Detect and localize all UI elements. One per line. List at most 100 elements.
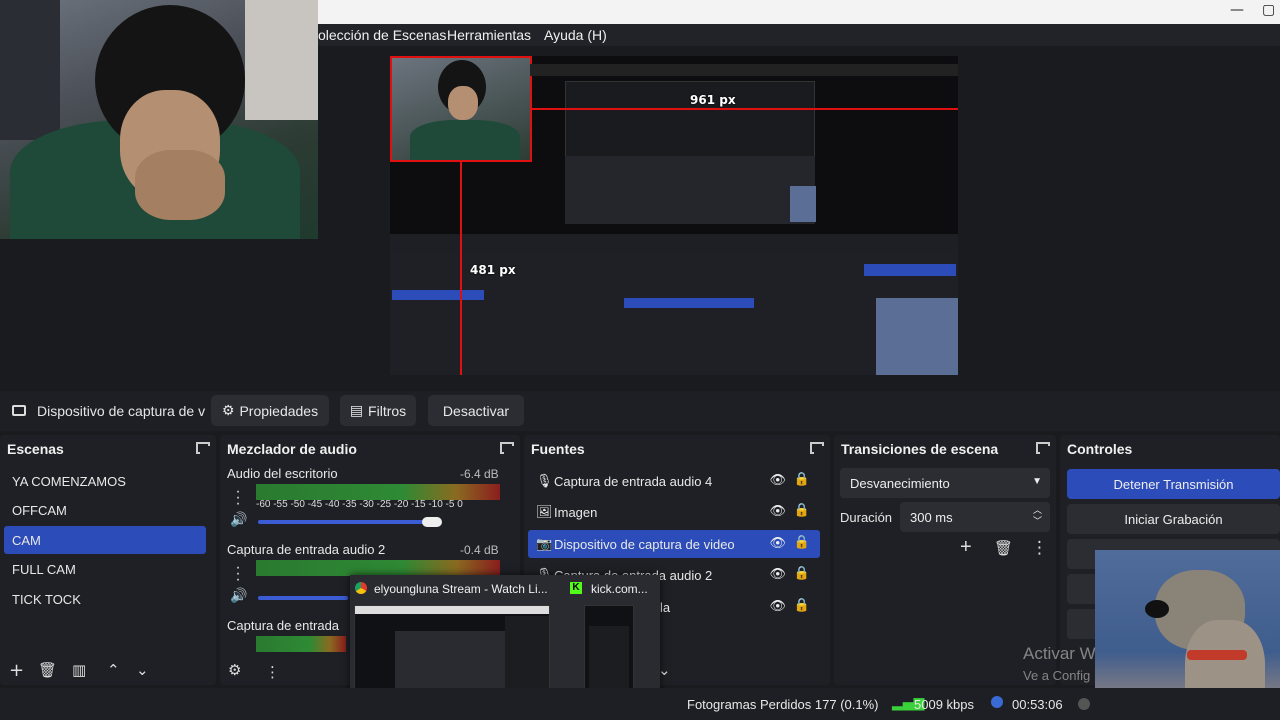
source-label: Captura de entrada audio 4 (554, 474, 713, 489)
menu-tools[interactable]: Herramientas (447, 27, 531, 43)
lock-icon[interactable]: 🔒 (794, 535, 810, 550)
filters-button[interactable]: ▤ Filtros (340, 395, 416, 426)
stepper-icon[interactable]: ︿ ﹀ (1033, 505, 1042, 527)
stop-stream-button[interactable]: Detener Transmisión (1067, 469, 1280, 499)
filter-icon: ▤ (349, 402, 364, 419)
mixer-track-name: Captura de entrada audio 2 (227, 542, 386, 557)
sources-title: Fuentes (531, 441, 585, 457)
add-icon[interactable]: + (9, 660, 24, 681)
nested-dog-panel (876, 298, 958, 375)
source-item[interactable]: 🖼 Imagen 👁 🔒 (528, 498, 820, 526)
speaker-icon[interactable]: 🔊 (230, 512, 247, 528)
camera-icon: 📷 (536, 536, 553, 551)
more-options-icon[interactable]: · · · (234, 560, 242, 588)
audio-meter (256, 484, 500, 500)
volume-slider[interactable] (258, 596, 348, 600)
menu-help[interactable]: Ayuda (H) (544, 27, 607, 43)
meter-scale: -60 -55 -50 -45 -40 -35 -30 -25 -20 -15 … (256, 499, 463, 510)
nested-selected-source (624, 298, 754, 308)
activation-watermark: Activar W (1023, 644, 1096, 663)
source-toolbar: Dispositivo de captura de v ⚙ Propiedade… (0, 391, 1280, 431)
trash-icon[interactable]: 🗑 (38, 661, 57, 679)
undock-icon[interactable] (500, 442, 514, 454)
selected-source-name: Dispositivo de captura de v (37, 403, 206, 419)
lock-icon[interactable]: 🔒 (794, 472, 810, 487)
chrome-window-title[interactable]: elyoungluna Stream - Watch Li... (374, 582, 550, 596)
dog-collar (1187, 650, 1247, 660)
eye-icon[interactable]: 👁 (769, 599, 786, 614)
volume-slider-knob[interactable] (422, 517, 442, 527)
mixer-header: Mezclador de audio (220, 435, 520, 463)
more-options-icon[interactable]: ⋮ (1031, 538, 1048, 558)
undock-icon[interactable] (1036, 442, 1050, 454)
deactivate-button[interactable]: Desactivar (428, 395, 524, 426)
source-item-selected[interactable]: 📷 Dispositivo de captura de video 👁 🔒 (528, 530, 820, 558)
scenes-footer: + 🗑 ▥ ⌃ ⌄ (0, 657, 216, 685)
eye-icon[interactable]: 👁 (769, 567, 786, 582)
speaker-icon[interactable]: 🔊 (230, 588, 247, 604)
lock-icon[interactable]: 🔒 (794, 598, 810, 613)
audio-meter (256, 560, 500, 576)
eye-icon[interactable]: 👁 (769, 473, 786, 488)
mic-icon: 🎙 (536, 473, 553, 488)
start-recording-button[interactable]: Iniciar Grabación (1067, 504, 1280, 534)
mixer-title: Mezclador de audio (227, 441, 357, 457)
lock-icon[interactable]: 🔒 (794, 566, 810, 581)
duration-input[interactable]: 300 ms ︿ ﹀ (900, 502, 1050, 532)
kick-window-title[interactable]: kick.com... (591, 582, 661, 596)
source-item[interactable]: 🎙 Captura de entrada audio 4 👁 🔒 (528, 467, 820, 495)
more-options-icon[interactable]: ⋮ (265, 663, 280, 681)
undock-icon[interactable] (196, 442, 210, 454)
filter-icon[interactable]: ▥ (72, 661, 86, 679)
kick-icon: K (570, 582, 582, 594)
properties-button[interactable]: ⚙ Propiedades (211, 395, 329, 426)
source-label: Dispositivo de captura de video (554, 537, 735, 552)
guide-vertical (460, 162, 462, 375)
scene-item-selected[interactable]: CAM (4, 526, 206, 554)
stream-time: 00:53:06 (1012, 697, 1063, 712)
menu-scene-collection[interactable]: olección de Escenas (318, 27, 446, 43)
duration-value: 300 ms (910, 510, 953, 525)
scene-item[interactable]: YA COMENZAMOS (4, 467, 206, 495)
scenes-header: Escenas (0, 435, 216, 463)
volume-slider[interactable] (258, 520, 438, 524)
mixer-track-db: -6.4 dB (460, 467, 499, 481)
scene-item[interactable]: TICK TOCK (4, 585, 206, 613)
add-icon[interactable]: + (960, 536, 972, 559)
source-label: Imagen (554, 505, 598, 520)
selection-box[interactable] (390, 56, 532, 162)
eye-icon[interactable]: 👁 (769, 504, 786, 519)
chrome-icon (355, 582, 367, 594)
nested-dog (790, 186, 816, 222)
preview-canvas[interactable]: 961 px 481 px (390, 56, 958, 375)
gear-icon: ⚙ (221, 402, 235, 419)
person-hands (135, 150, 225, 220)
camera-icon (12, 403, 26, 421)
minimize-icon[interactable]: — (1230, 2, 1244, 18)
guide-label-top: 961 px (690, 93, 736, 107)
chevron-up-icon[interactable]: ⌃ (107, 661, 120, 679)
image-icon: 🖼 (536, 504, 553, 519)
scenes-list: YA COMENZAMOS OFFCAM CAM FULL CAM TICK T… (2, 467, 214, 657)
record-status-icon (1078, 698, 1090, 710)
activation-watermark-sub: Ve a Config (1023, 668, 1091, 683)
chevron-down-icon[interactable]: ⌄ (136, 661, 149, 679)
lock-icon[interactable]: 🔒 (794, 503, 810, 518)
mixer-track-db: -0.4 dB (460, 543, 499, 557)
background-furniture (0, 0, 60, 140)
source-label: la (660, 600, 671, 615)
eye-icon[interactable]: 👁 (769, 536, 786, 551)
undock-icon[interactable] (810, 442, 824, 454)
scene-item[interactable]: OFFCAM (4, 496, 206, 524)
gear-icon[interactable]: ⚙ (228, 661, 241, 679)
trash-icon[interactable]: 🗑 (994, 539, 1013, 557)
maximize-icon[interactable]: ▢ (1262, 2, 1275, 18)
more-options-icon[interactable]: · · · (234, 484, 242, 512)
webcam-overlay (0, 0, 318, 239)
transition-select[interactable]: Desvanecimiento ▼ (840, 468, 1050, 498)
nested-toolbar (390, 234, 958, 254)
deactivate-label: Desactivar (442, 402, 510, 419)
scenes-title: Escenas (7, 441, 64, 457)
stream-status-icon (991, 696, 1003, 708)
scene-item[interactable]: FULL CAM (4, 555, 206, 583)
